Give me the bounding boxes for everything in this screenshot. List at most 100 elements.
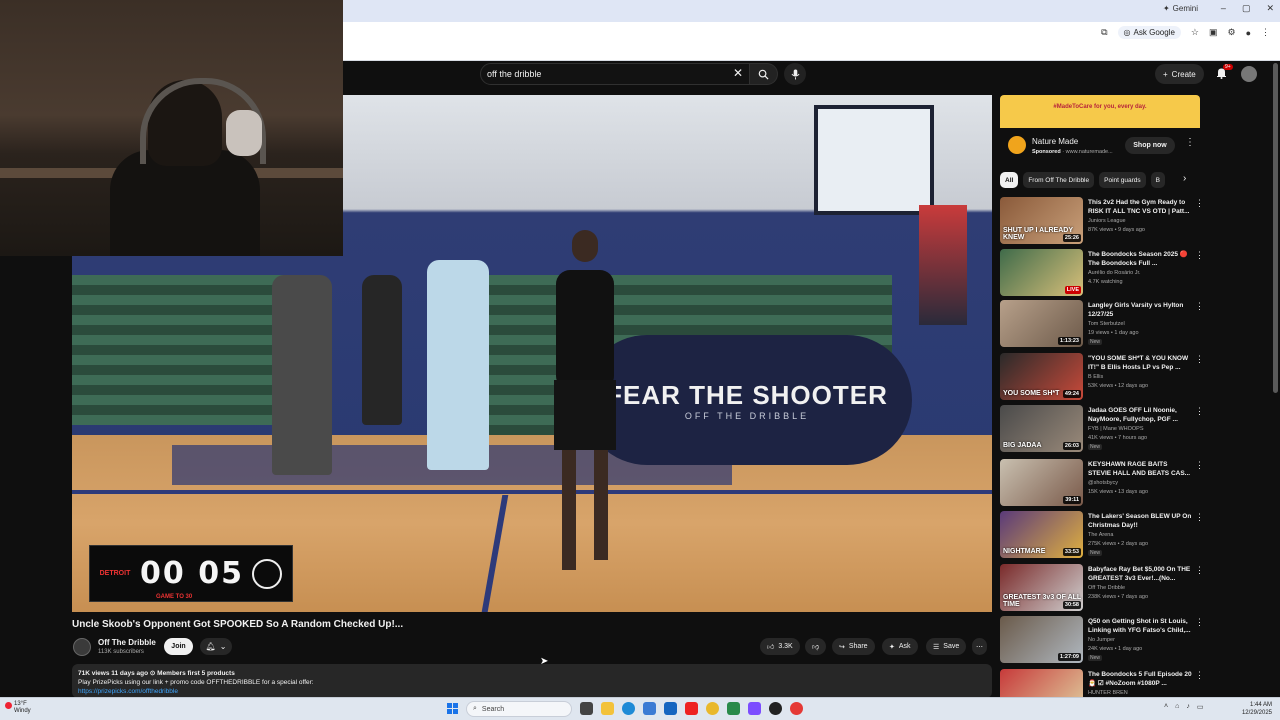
recommendation-channel[interactable]: The Arena	[1088, 532, 1113, 538]
more-options-icon[interactable]: ⋮	[1195, 617, 1204, 628]
recommendation-item[interactable]: 39:11 KEYSHAWN RAGE BAITS STEVIE HALL AND…	[1000, 459, 1205, 509]
more-options-icon[interactable]: ⋮	[1195, 250, 1204, 261]
app-icon-green[interactable]	[727, 702, 740, 715]
clear-search-icon[interactable]: ✕	[733, 66, 743, 80]
volume-icon[interactable]: ♪	[1186, 703, 1190, 711]
recommendation-title[interactable]: Babyface Ray Bet $5,000 On THE GREATEST …	[1088, 565, 1192, 583]
more-options-icon[interactable]: ⋮	[1195, 198, 1204, 209]
chip-point-guards[interactable]: Point guards	[1099, 172, 1146, 188]
recommendation-title[interactable]: KEYSHAWN RAGE BAITS STEVIE HALL AND BEAT…	[1088, 460, 1192, 478]
subscribed-button[interactable]: 🔔︎ ⌄	[200, 638, 232, 655]
recommendation-channel[interactable]: Tom Sterbutzel	[1088, 321, 1125, 327]
recommendation-title[interactable]: The Lakers' Season BLEW UP On Christmas …	[1088, 512, 1192, 530]
recommendation-item[interactable]: LIVE The Boondocks Season 2025 🔴 The Boon…	[1000, 249, 1205, 299]
network-icon[interactable]: ⌂	[1175, 703, 1179, 711]
recommendation-thumbnail[interactable]: GREATEST 3v3 OF ALL TIME 30:58	[1000, 564, 1083, 611]
dislike-button[interactable]: 👎︎	[805, 638, 827, 655]
recommendation-item[interactable]: SHUT UP I ALREADY KNEW 25:26 This 2v2 Had …	[1000, 197, 1205, 247]
chrome-icon[interactable]	[706, 702, 719, 715]
recommendation-title[interactable]: Q50 on Getting Shot in St Louis, Linking…	[1088, 617, 1192, 635]
channel-avatar[interactable]	[73, 638, 91, 656]
maximize-button[interactable]: ▢	[1242, 3, 1251, 14]
recommendation-title[interactable]: Jadaa GOES OFF Lil Noonie, NayMoore, Ful…	[1088, 406, 1192, 424]
app-icon-dark[interactable]	[769, 702, 782, 715]
chevron-right-icon[interactable]: ›	[1183, 173, 1186, 184]
recommendation-item[interactable]: NIGHTMARE 33:53 The Lakers' Season BLEW UP…	[1000, 511, 1205, 561]
shop-now-button[interactable]: Shop now	[1125, 137, 1175, 154]
side-panel-icon[interactable]: ▣	[1209, 27, 1218, 38]
more-options-icon[interactable]: ⋮	[1195, 354, 1204, 365]
search-input[interactable]: off the dribble ✕	[480, 63, 750, 85]
chip-more[interactable]: B	[1150, 172, 1165, 188]
recommendation-channel[interactable]: @shotsbycy	[1088, 480, 1118, 486]
battery-icon[interactable]: ▭	[1197, 703, 1204, 711]
store-icon[interactable]	[643, 702, 656, 715]
more-options-icon[interactable]: ⋮	[1195, 406, 1204, 417]
recommendation-thumbnail[interactable]: 1:13:23	[1000, 300, 1083, 347]
advertiser-name[interactable]: Nature Made	[1032, 137, 1078, 146]
join-button[interactable]: Join	[164, 638, 193, 655]
recommendation-title[interactable]: The Boondocks Season 2025 🔴 The Boondock…	[1088, 250, 1192, 268]
start-button[interactable]	[447, 703, 458, 714]
recommendation-item[interactable]: 1:13:23 Langley Girls Varsity vs Hylton 1…	[1000, 300, 1205, 350]
edge-icon[interactable]	[622, 702, 635, 715]
browser-menu-icon[interactable]: ⋮	[1261, 27, 1270, 38]
recommendation-channel[interactable]: Aurélio do Rosário Jr.	[1088, 270, 1141, 276]
youtube-app-icon[interactable]	[685, 702, 698, 715]
recommendation-channel[interactable]: FYB | Mane WHOOPS	[1088, 426, 1144, 432]
gemini-button[interactable]: ✦ Gemini	[1163, 4, 1198, 13]
extensions-icon[interactable]: ⚙	[1227, 27, 1235, 38]
page-scrollbar[interactable]	[1273, 63, 1278, 393]
advertiser-logo[interactable]	[1008, 136, 1026, 154]
bookmark-star-icon[interactable]: ☆	[1191, 27, 1199, 38]
ad-banner-image[interactable]: #MadeToCare for you, every day.	[1000, 95, 1200, 128]
app-icon-purple[interactable]	[748, 702, 761, 715]
weather-widget[interactable]: 13°F Windy	[5, 701, 31, 715]
task-view-icon[interactable]	[580, 702, 593, 715]
recommendation-title[interactable]: The Boondocks 5 Full Episode 20 🎅 ☑ #NoZ…	[1088, 670, 1192, 688]
recommendation-item[interactable]: GREATEST 3v3 OF ALL TIME 30:58 Babyface Ra…	[1000, 564, 1205, 614]
ask-button[interactable]: ✦ Ask	[882, 638, 918, 655]
more-options-icon[interactable]: ⋮	[1195, 565, 1204, 576]
recommendation-channel[interactable]: HUNTER BREN	[1088, 690, 1128, 696]
description-link[interactable]: https://prizepicks.com/offthedribble	[78, 688, 986, 695]
recommendation-title[interactable]: This 2v2 Had the Gym Ready to RISK IT AL…	[1088, 198, 1192, 216]
recommendation-thumbnail[interactable]: YOU SOME SH*T 49:24	[1000, 353, 1083, 400]
chip-from-channel[interactable]: From Off The Dribble	[1023, 172, 1095, 188]
more-actions-button[interactable]: ⋯	[972, 638, 987, 655]
more-options-icon[interactable]: ⋮	[1195, 512, 1204, 523]
account-avatar[interactable]	[1241, 66, 1257, 82]
recommendation-channel[interactable]: No Jumper	[1088, 637, 1115, 643]
taskbar-search[interactable]: ⌕ Search	[466, 701, 572, 717]
ask-google-button[interactable]: ◎ Ask Google	[1117, 26, 1181, 39]
like-button[interactable]: 👍︎ 3.3K	[760, 638, 800, 655]
share-button[interactable]: ↪ Share	[832, 638, 875, 655]
profile-avatar[interactable]: ●	[1246, 28, 1251, 38]
save-button[interactable]: ☰ Save	[926, 638, 967, 655]
recommendation-title[interactable]: "YOU SOME SH*T & YOU KNOW IT!" B Ellis H…	[1088, 354, 1192, 372]
create-button[interactable]: + Create	[1155, 64, 1204, 84]
search-button[interactable]	[750, 63, 778, 85]
recommendation-thumbnail[interactable]: 1:27:09	[1000, 616, 1083, 663]
recommendation-thumbnail[interactable]: NIGHTMARE 33:53	[1000, 511, 1083, 558]
recommendation-thumbnail[interactable]: BIG JADAA 26:03	[1000, 405, 1083, 452]
more-options-icon[interactable]: ⋮	[1195, 301, 1204, 312]
recommendation-thumbnail[interactable]: SHUT UP I ALREADY KNEW 25:26	[1000, 197, 1083, 244]
recommendation-title[interactable]: Langley Girls Varsity vs Hylton 12/27/25	[1088, 301, 1192, 319]
recommendation-channel[interactable]: Juniors League	[1088, 218, 1126, 224]
more-options-icon[interactable]: ⋮	[1195, 670, 1204, 681]
recommendation-thumbnail[interactable]: LIVE	[1000, 249, 1083, 296]
description-box[interactable]: 71K views 11 days ago ⊙ Members first 5 …	[72, 664, 992, 698]
outlook-icon[interactable]	[664, 702, 677, 715]
ad-more-icon[interactable]: ⋮	[1185, 137, 1195, 148]
tray-overflow-icon[interactable]: ˄	[1164, 703, 1168, 711]
file-explorer-icon[interactable]	[601, 702, 614, 715]
recommendation-item[interactable]: BIG JADAA 26:03 Jadaa GOES OFF Lil Noonie,…	[1000, 405, 1205, 455]
recommendation-item[interactable]: YOU SOME SH*T 49:24 "YOU SOME SH*T & YOU K…	[1000, 353, 1205, 403]
taskbar-clock[interactable]: 1:44 AM 12/29/2025	[1236, 701, 1272, 717]
install-icon[interactable]: ⧉	[1101, 27, 1107, 38]
chip-all[interactable]: All	[1000, 172, 1019, 188]
minimize-button[interactable]: –	[1221, 3, 1226, 14]
more-options-icon[interactable]: ⋮	[1195, 460, 1204, 471]
recommendation-channel[interactable]: Off The Dribble	[1088, 585, 1125, 591]
